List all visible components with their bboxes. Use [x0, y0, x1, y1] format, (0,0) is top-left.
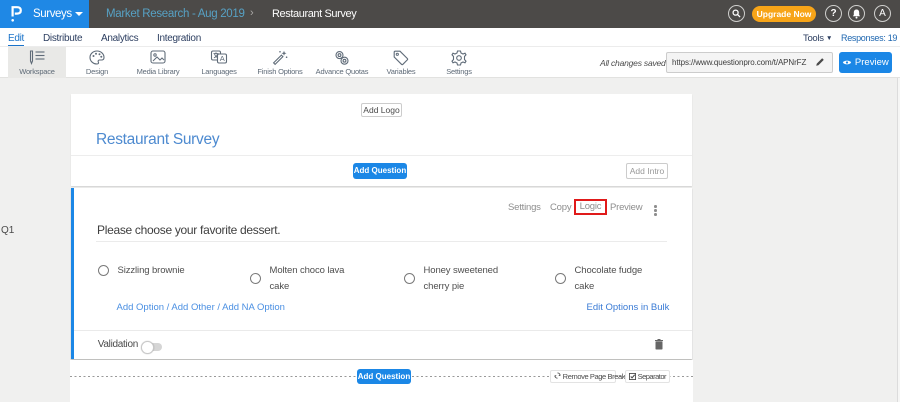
svg-text:A: A — [220, 54, 225, 63]
